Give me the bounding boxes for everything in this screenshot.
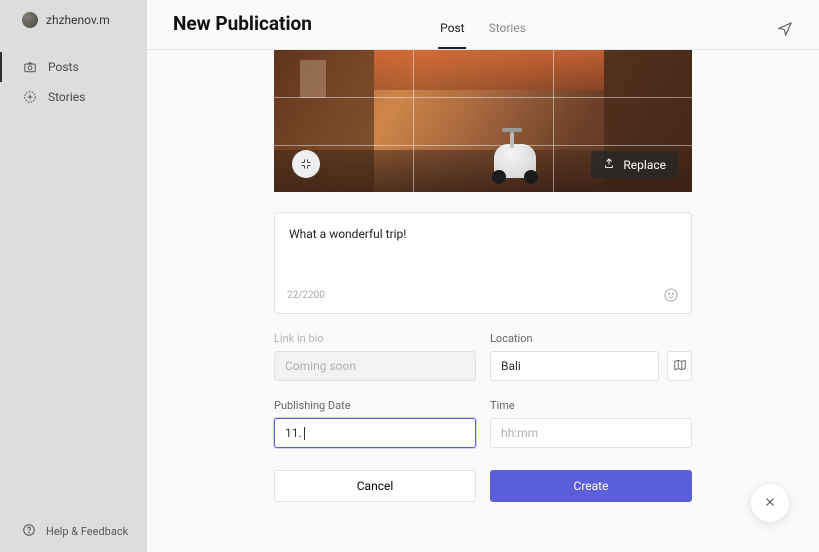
emoji-button[interactable] <box>663 287 679 303</box>
tab-post[interactable]: Post <box>438 21 466 49</box>
sidebar-item-label: Help & Feedback <box>46 525 128 538</box>
time-input[interactable] <box>490 418 692 448</box>
char-counter: 22/2200 <box>287 290 325 301</box>
user-row[interactable]: zhzhenov.m <box>0 0 147 40</box>
location-label: Location <box>490 332 692 345</box>
replace-label: Replace <box>623 158 666 172</box>
share-icon[interactable] <box>777 21 793 37</box>
sidebar: zhzhenov.m Posts Stories Help & Feedback <box>0 0 147 552</box>
sidebar-item-stories[interactable]: Stories <box>0 82 147 112</box>
link-input <box>274 351 476 381</box>
sidebar-item-help[interactable]: Help & Feedback <box>0 511 147 552</box>
close-icon <box>763 494 777 513</box>
location-input[interactable] <box>490 351 659 381</box>
map-button[interactable] <box>667 351 692 381</box>
link-label: Link in bio <box>274 332 476 345</box>
main-panel: New Publication Post Stories <box>147 0 819 552</box>
close-button[interactable] <box>751 484 789 522</box>
date-value: 11. <box>285 426 302 440</box>
sidebar-item-label: Stories <box>48 90 85 104</box>
header: New Publication Post Stories <box>147 0 819 50</box>
page-title: New Publication <box>173 12 312 49</box>
plus-circle-icon <box>22 89 38 105</box>
cancel-button[interactable]: Cancel <box>274 470 476 502</box>
date-input[interactable]: 11. <box>274 418 476 448</box>
time-label: Time <box>490 399 692 412</box>
avatar <box>22 12 38 28</box>
tabs: Post Stories <box>438 21 528 49</box>
text-caret <box>304 427 305 440</box>
tab-stories[interactable]: Stories <box>487 21 528 49</box>
upload-icon <box>603 157 615 172</box>
sidebar-item-label: Posts <box>48 60 79 74</box>
create-button[interactable]: Create <box>490 470 692 502</box>
collapse-icon <box>300 155 312 174</box>
caption-box[interactable]: What a wonderful trip! 22/2200 <box>274 212 692 314</box>
map-icon <box>673 357 687 376</box>
replace-button[interactable]: Replace <box>591 151 678 178</box>
sidebar-item-posts[interactable]: Posts <box>0 52 147 82</box>
caption-text[interactable]: What a wonderful trip! <box>275 213 691 281</box>
image-preview: Replace <box>274 50 692 192</box>
camera-icon <box>22 59 38 75</box>
collapse-button[interactable] <box>292 150 320 178</box>
help-icon <box>22 523 36 540</box>
username: zhzhenov.m <box>46 13 110 27</box>
date-label: Publishing Date <box>274 399 476 412</box>
